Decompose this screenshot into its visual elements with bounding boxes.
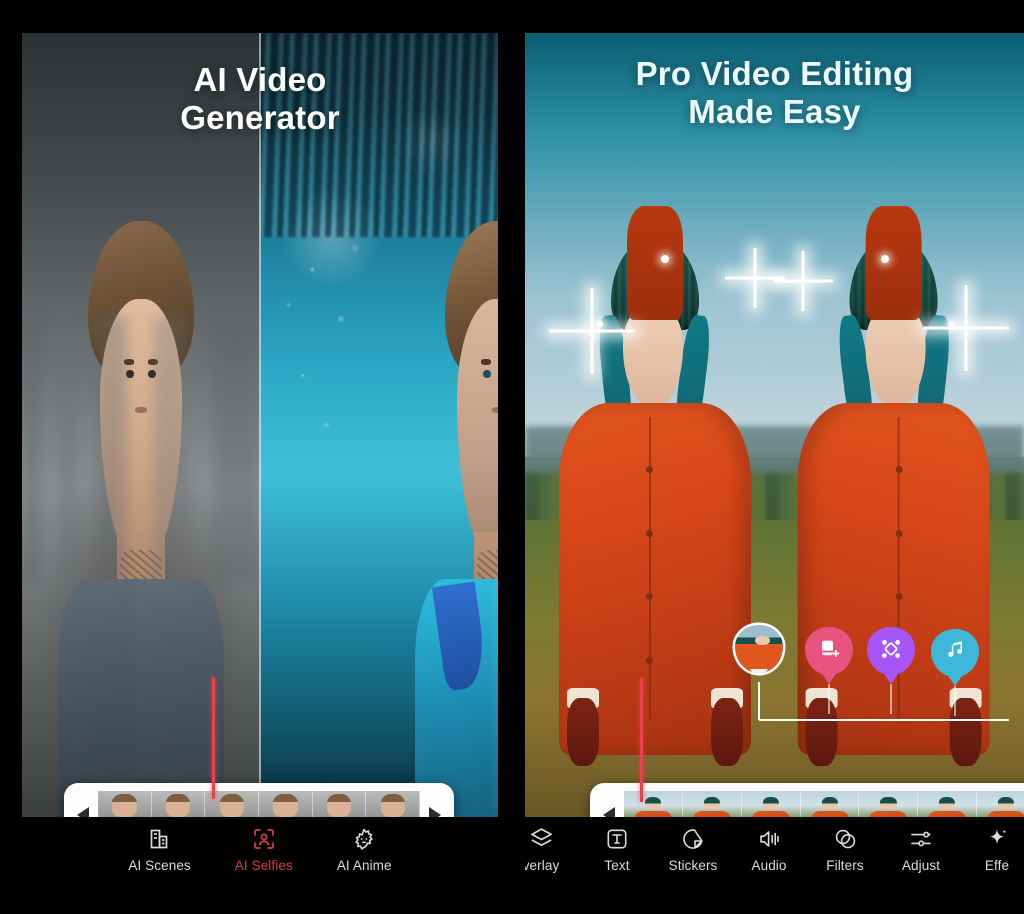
nav-item-adjust[interactable]: Adjust: [883, 826, 959, 873]
sparkle-icon: [773, 251, 833, 311]
left-app-screenshot: AI Video Generator AI Scenes AI Selfies …: [22, 33, 498, 881]
eyebrow-right: [147, 359, 158, 365]
nav-label: Stickers: [668, 857, 718, 873]
music-notes-icon: [943, 639, 967, 668]
nav-label: AI Selfies: [234, 857, 293, 873]
pin-bubble[interactable]: [735, 625, 783, 673]
headline-line-1: AI Video: [193, 61, 327, 98]
mouth: [135, 406, 147, 413]
face-scan-icon: [252, 826, 276, 852]
nav-item-overlay[interactable]: verlay: [525, 826, 579, 873]
eye-right: [148, 369, 156, 379]
sparkle-icon: [549, 288, 635, 374]
pin-stem: [954, 686, 956, 716]
before-after-split-line[interactable]: [259, 33, 261, 818]
speaker-icon: [757, 826, 781, 852]
nav-item-ai-scenes[interactable]: AI Scenes: [128, 826, 191, 873]
glove-right: [806, 698, 839, 766]
nav-label: verlay: [525, 857, 560, 873]
left-playhead[interactable]: [212, 677, 215, 799]
pin-stem: [890, 684, 892, 714]
sparkle-icon: [985, 826, 1009, 852]
coat-button: [896, 593, 904, 601]
glove-right: [710, 698, 743, 766]
coat-button: [896, 529, 904, 537]
eyebrow-left: [124, 359, 135, 365]
headline-line-2: Generator: [180, 98, 340, 136]
eyebrow-left: [481, 359, 492, 365]
keyframe-pin[interactable]: [867, 627, 915, 714]
coat-button: [896, 466, 904, 474]
headline-line-1: Pro Video Editing: [635, 55, 914, 92]
sparkle-dot: [661, 255, 669, 263]
nav-label: Text: [604, 857, 630, 873]
pin-bubble[interactable]: [867, 627, 915, 675]
buildings-icon: [148, 826, 172, 852]
left-headline: AI Video Generator: [22, 61, 498, 136]
nav-label: Filters: [826, 857, 864, 873]
glove-left: [566, 698, 599, 766]
clip-thumbnail-pin[interactable]: [735, 625, 1009, 721]
layers-icon: [529, 826, 554, 852]
add-media-pin[interactable]: [805, 627, 853, 714]
right-app-screenshot: Pro Video Editing Made Easy verlay Text …: [525, 33, 1024, 881]
text-box-icon: [605, 826, 629, 852]
pin-stem: [828, 684, 830, 714]
nav-item-ai-anime[interactable]: AI Anime: [337, 826, 392, 873]
nav-label: Effe: [984, 857, 1010, 873]
music-pin[interactable]: [931, 629, 979, 716]
preview-after-half: [260, 33, 498, 818]
coat-button: [645, 529, 653, 537]
sparkle-dot: [881, 255, 889, 263]
right-preview-area[interactable]: Pro Video Editing Made Easy: [525, 33, 1024, 818]
nav-item-ai-selfies[interactable]: AI Selfies: [235, 826, 293, 873]
left-bottom-nav[interactable]: AI Scenes AI Selfies AI Anime: [22, 817, 498, 881]
sparkle-icon: [923, 285, 1009, 371]
filters-circles-icon: [833, 826, 857, 852]
nav-label: AI Scenes: [128, 857, 191, 873]
sticker-icon: [681, 826, 705, 852]
screenshot-stage: AI Video Generator AI Scenes AI Selfies …: [0, 0, 1024, 914]
pin-bubble[interactable]: [805, 627, 853, 675]
coat-button: [645, 466, 653, 474]
headline-line-2: Made Easy: [688, 92, 861, 130]
preview-before-half: [22, 33, 260, 818]
right-headline: Pro Video Editing Made Easy: [525, 55, 1024, 130]
pin-stem: [758, 682, 760, 720]
jacket-right: [491, 579, 498, 818]
coat-button: [645, 656, 653, 664]
eye-left: [483, 369, 491, 379]
nav-item-text[interactable]: Text: [579, 826, 655, 873]
mouth: [492, 406, 498, 413]
right-playhead[interactable]: [640, 678, 643, 802]
video-thumbnail: [735, 625, 783, 673]
add-image-icon: [817, 637, 841, 666]
nav-label: Audio: [751, 857, 787, 873]
nav-item-stickers[interactable]: Stickers: [655, 826, 731, 873]
coat-collar: [866, 206, 923, 320]
face: [456, 298, 498, 562]
portrait-after: [415, 221, 498, 818]
pin-connector-line: [759, 719, 1009, 721]
right-bottom-nav[interactable]: verlay Text Stickers Audio Filters Adjus…: [525, 817, 1024, 881]
nav-label: AI Anime: [336, 857, 392, 873]
anime-face-icon: [352, 826, 376, 852]
nav-item-filters[interactable]: Filters: [807, 826, 883, 873]
eye-left: [126, 369, 134, 379]
hair: [444, 221, 498, 377]
sparkle-dot: [597, 321, 603, 327]
sliders-icon: [909, 826, 933, 852]
coat-button: [645, 593, 653, 601]
coat-collar: [626, 206, 683, 320]
nav-item-effects[interactable]: Effe: [959, 826, 1024, 873]
left-preview-area[interactable]: AI Video Generator: [22, 33, 498, 818]
nav-label: Adjust: [901, 857, 941, 873]
diamond-nodes-icon: [879, 637, 903, 666]
face: [99, 298, 183, 562]
nav-item-audio[interactable]: Audio: [731, 826, 807, 873]
pin-bubble[interactable]: [931, 629, 979, 677]
portrait-before: [58, 221, 224, 818]
sparkle-dot: [949, 321, 955, 327]
